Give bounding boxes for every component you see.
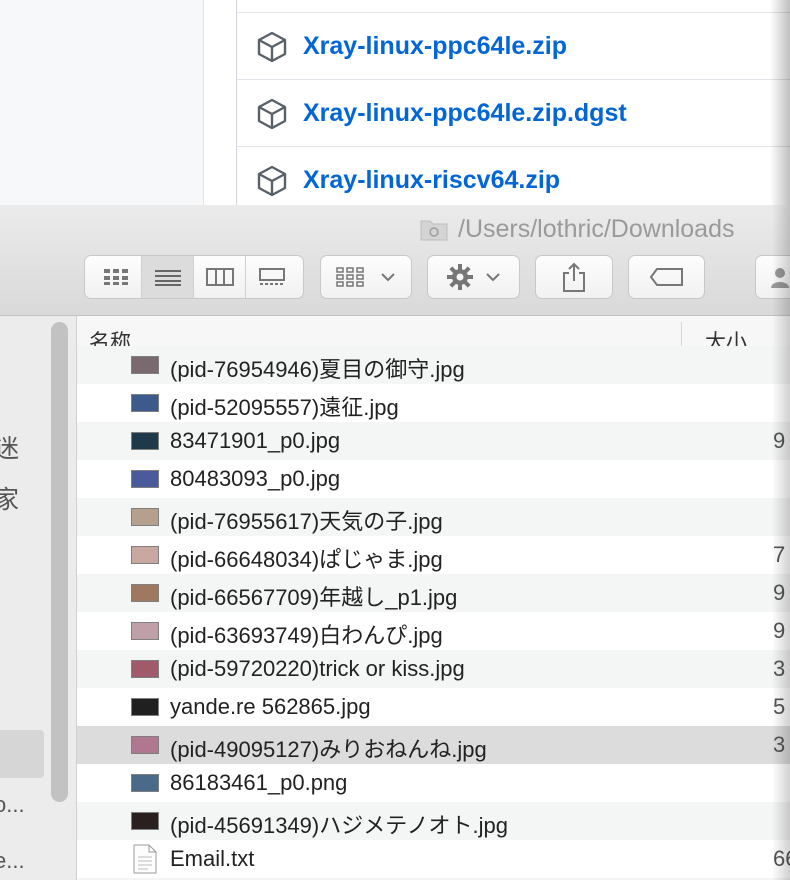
package-icon	[257, 165, 287, 196]
file-row[interactable]: 86183461_p0.png	[77, 764, 790, 802]
group-grid-icon	[336, 267, 364, 287]
file-size: 3	[773, 732, 786, 757]
chevron-down-icon	[485, 273, 500, 282]
file-row[interactable]: (pid-66567709)年越し_p1.jpg 9	[77, 574, 790, 612]
share-icon	[563, 262, 585, 292]
file-row[interactable]: 80483093_p0.jpg	[77, 460, 790, 498]
file-size: 66	[773, 846, 790, 871]
file-row[interactable]: Email.txt 66	[77, 840, 790, 878]
group-by-button[interactable]	[320, 255, 412, 299]
file-name: 80483093_p0.jpg	[170, 466, 341, 491]
file-row[interactable]: (pid-49095127)みりおねんね.jpg 3	[77, 726, 790, 764]
file-name: Email.txt	[170, 846, 255, 871]
file-size: 9	[773, 428, 786, 453]
view-mode-segmented-control[interactable]	[84, 255, 304, 299]
sidebar-item-fragment[interactable]: e...	[0, 848, 25, 874]
file-row[interactable]: yande.re 562865.jpg 5	[77, 688, 790, 726]
file-size: 9	[773, 618, 786, 643]
list-view-button[interactable]	[142, 256, 194, 298]
column-view-button[interactable]	[194, 256, 246, 298]
asset-download-link[interactable]: Xray-linux-ppc64le.zip.dgst	[303, 99, 627, 128]
icon-view-button[interactable]	[90, 256, 142, 298]
image-thumbnail-icon	[131, 546, 159, 564]
image-thumbnail-icon	[131, 356, 159, 374]
text-file-icon	[133, 844, 157, 874]
image-thumbnail-icon	[131, 774, 159, 792]
asset-row: Xray-linux-ppc64le.zip	[237, 12, 790, 80]
person-icon	[771, 268, 789, 288]
action-menu-button[interactable]	[427, 255, 520, 299]
file-row[interactable]: (pid-59720220)trick or kiss.jpg 3	[77, 650, 790, 688]
grid-icon	[103, 269, 128, 285]
finder-sidebar: 迷 家 o... e...	[0, 316, 75, 880]
file-row[interactable]: (pid-45691349)ハジメテノオト.jpg	[77, 802, 790, 840]
file-name: (pid-45691349)ハジメテノオト.jpg	[170, 813, 509, 838]
list-icon	[154, 270, 181, 286]
tag-icon	[649, 268, 683, 286]
file-size: 9	[773, 580, 786, 605]
file-name: (pid-59720220)trick or kiss.jpg	[170, 656, 465, 681]
file-name: (pid-63693749)白わんぴ.jpg	[170, 623, 443, 648]
image-thumbnail-icon	[131, 660, 159, 678]
image-thumbnail-icon	[131, 812, 159, 830]
file-row[interactable]: 83471901_p0.jpg 9	[77, 422, 790, 460]
gear-icon	[446, 264, 473, 290]
sidebar-item-fragment[interactable]: 迷	[0, 429, 19, 465]
sidebar-item-fragment[interactable]: o...	[0, 792, 25, 818]
profile-button[interactable]	[755, 255, 790, 299]
finder-window: /Users/lothric/Downloads 迷 家 o... e... 名…	[0, 205, 790, 880]
file-row[interactable]: (pid-76954946)夏目の御守.jpg	[77, 346, 790, 384]
file-name: (pid-52095557)遠征.jpg	[170, 395, 399, 420]
file-row[interactable]: (pid-66648034)ぱじゃま.jpg 7	[77, 536, 790, 574]
image-thumbnail-icon	[131, 622, 159, 640]
gallery-icon	[259, 268, 285, 285]
window-title: /Users/lothric/Downloads	[420, 213, 735, 245]
file-row[interactable]: (pid-76955617)天気の子.jpg	[77, 498, 790, 536]
file-name: (pid-76954946)夏目の御守.jpg	[170, 357, 465, 382]
file-name: (pid-76955617)天気の子.jpg	[170, 509, 443, 534]
file-name: 83471901_p0.jpg	[170, 428, 341, 453]
image-thumbnail-icon	[131, 470, 159, 488]
file-name: (pid-66648034)ぱじゃま.jpg	[170, 547, 443, 572]
image-thumbnail-icon	[131, 432, 159, 450]
chevron-down-icon	[381, 273, 395, 282]
image-thumbnail-icon	[131, 508, 159, 526]
release-assets-list: Xray-linux-ppc64le.zip Xray-linux-ppc64le…	[236, 0, 790, 205]
file-row[interactable]: (pid-63693749)白わんぴ.jpg 9	[77, 612, 790, 650]
file-name: 86183461_p0.png	[170, 770, 348, 795]
browser-left-pane	[0, 0, 204, 205]
window-edge-shadow	[770, 0, 790, 205]
asset-download-link[interactable]: Xray-linux-ppc64le.zip	[303, 32, 567, 61]
gallery-view-button[interactable]	[246, 256, 298, 298]
file-list: 名称 大小 (pid-76954946)夏目の御守.jpg (pid-520955…	[76, 316, 790, 880]
path-label: /Users/lothric/Downloads	[458, 214, 735, 243]
image-thumbnail-icon	[131, 394, 159, 412]
share-button[interactable]	[535, 255, 613, 299]
finder-toolbar: /Users/lothric/Downloads	[0, 205, 790, 316]
sidebar-scrollbar[interactable]	[51, 322, 68, 802]
browser-page: Xray-linux-ppc64le.zip Xray-linux-ppc64le…	[0, 0, 790, 205]
columns-icon	[205, 268, 234, 286]
file-name: (pid-49095127)みりおねんね.jpg	[170, 737, 487, 762]
asset-row: Xray-linux-ppc64le.zip.dgst	[237, 79, 790, 147]
asset-download-link[interactable]: Xray-linux-riscv64.zip	[303, 166, 560, 195]
file-row[interactable]: (pid-52095557)遠征.jpg	[77, 384, 790, 422]
file-name: (pid-66567709)年越し_p1.jpg	[170, 585, 458, 610]
image-thumbnail-icon	[131, 698, 159, 716]
file-size: 5	[773, 694, 786, 719]
sidebar-selected-item[interactable]	[0, 730, 44, 778]
asset-row: Xray-linux-riscv64.zip	[237, 146, 790, 205]
package-icon	[257, 31, 287, 62]
package-icon	[257, 98, 287, 129]
file-name: yande.re 562865.jpg	[170, 694, 371, 719]
file-size: 3	[773, 656, 786, 681]
sidebar-item-fragment[interactable]: 家	[0, 480, 19, 516]
image-thumbnail-icon	[131, 736, 159, 754]
image-thumbnail-icon	[131, 584, 159, 602]
folder-icon	[420, 220, 448, 241]
tags-button[interactable]	[628, 255, 705, 299]
file-size: 7	[773, 542, 786, 567]
